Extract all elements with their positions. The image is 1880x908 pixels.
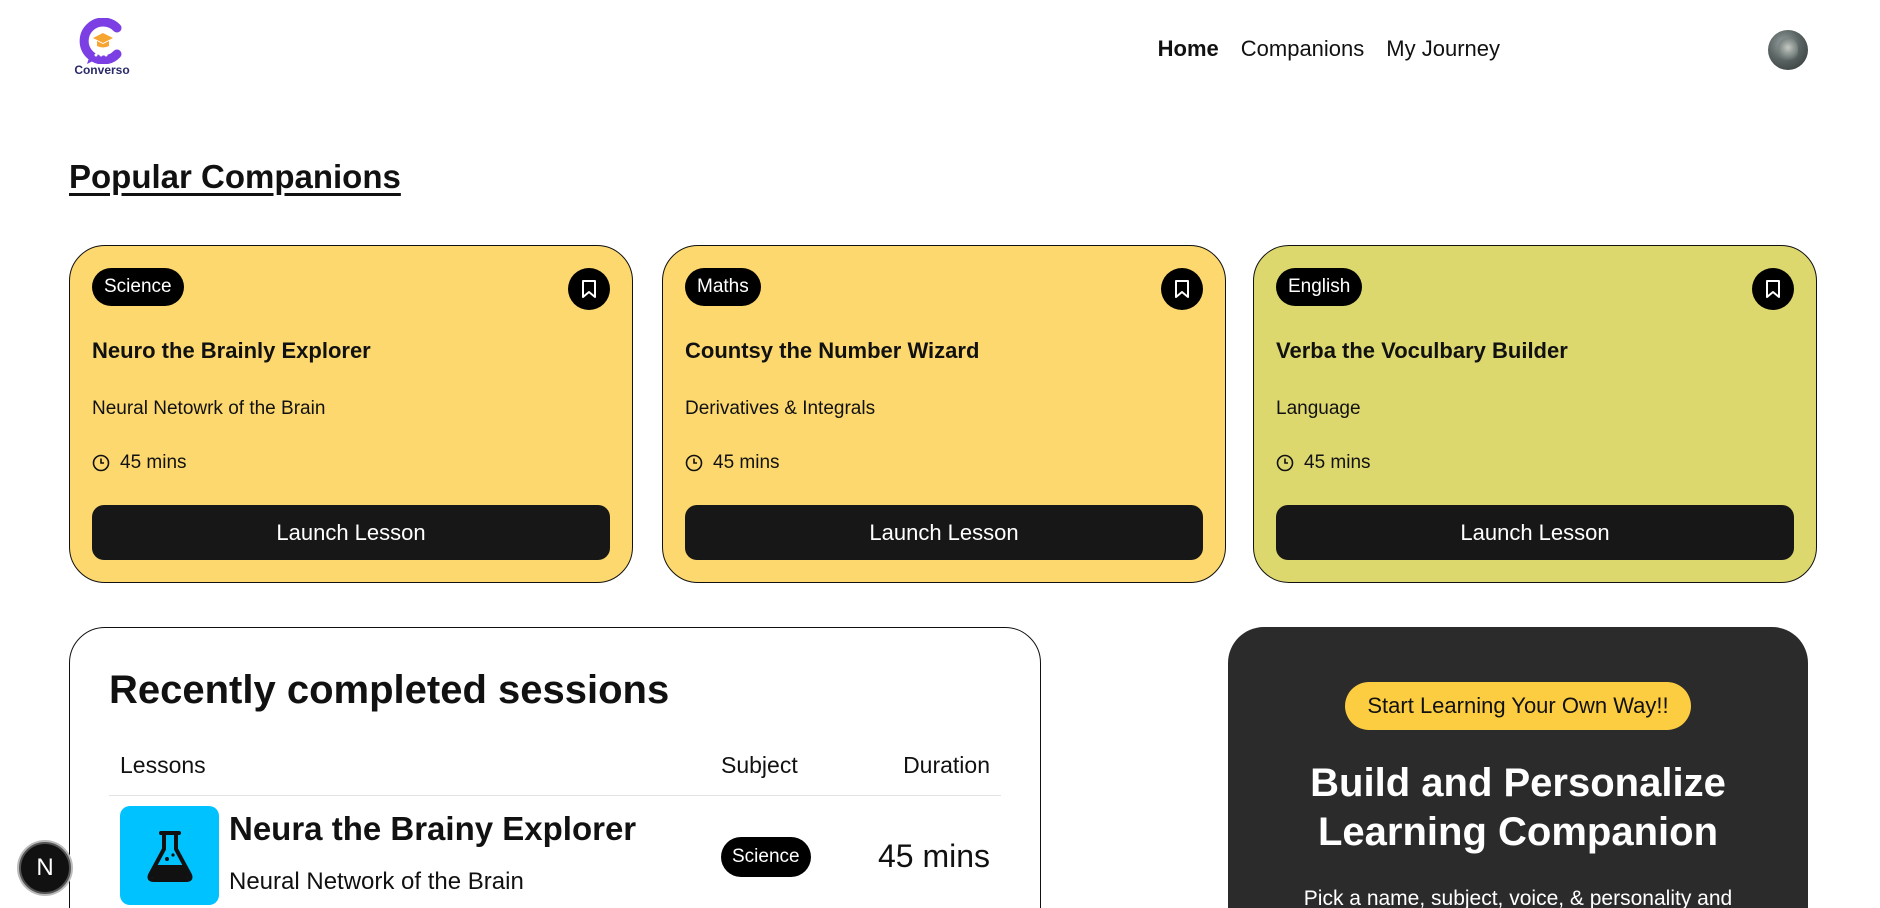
duration-text: 45 mins <box>1304 452 1371 473</box>
companion-name: Countsy the Number Wizard <box>685 338 980 363</box>
launch-lesson-button[interactable]: Launch Lesson <box>1276 505 1794 560</box>
companion-duration: 45 mins <box>92 452 187 474</box>
main-nav: Home Companions My Journey <box>1158 36 1500 62</box>
subject-badge: Maths <box>685 268 761 306</box>
companion-duration: 45 mins <box>685 452 780 474</box>
table-row[interactable]: Neura the Brainy Explorer Neural Network… <box>109 806 1001 908</box>
companion-card-english: English Verba the Voculbary Builder Lang… <box>1253 245 1817 583</box>
duration-text: 45 mins <box>120 452 187 473</box>
cta-description: Pick a name, subject, voice, & personali… <box>1303 887 1733 908</box>
companion-topic: Derivatives & Integrals <box>685 398 876 419</box>
subject-badge: Science <box>721 837 811 877</box>
launch-lesson-button[interactable]: Launch Lesson <box>685 505 1203 560</box>
companion-topic: Language <box>1276 398 1361 419</box>
clock-icon <box>685 454 703 472</box>
column-duration: Duration <box>903 752 990 778</box>
sessions-table-header: Lessons Subject Duration <box>109 752 1001 796</box>
companion-topic: Neural Netowrk of the Brain <box>92 398 326 419</box>
cta-heading-line-2: Learning Companion <box>1318 810 1718 854</box>
lesson-duration: 45 mins <box>877 838 990 874</box>
companion-card-maths: Maths Countsy the Number Wizard Derivati… <box>662 245 1226 583</box>
converso-logo[interactable]: Converso <box>72 18 132 80</box>
recent-sessions-title: Recently completed sessions <box>109 668 670 712</box>
bookmark-button[interactable] <box>1752 268 1794 310</box>
lesson-title: Neura the Brainy Explorer <box>229 810 637 847</box>
bookmark-button[interactable] <box>1161 268 1203 310</box>
companion-name: Verba the Voculbary Builder <box>1276 338 1568 363</box>
bookmark-icon <box>582 280 596 298</box>
nav-companions[interactable]: Companions <box>1241 36 1365 62</box>
cta-badge: Start Learning Your Own Way!! <box>1345 682 1691 730</box>
logo-text: Converso <box>74 63 130 77</box>
flask-icon <box>147 830 192 882</box>
lesson-icon-tile <box>120 806 219 905</box>
column-subject: Subject <box>721 752 798 778</box>
companion-name: Neuro the Brainly Explorer <box>92 338 371 363</box>
launch-lesson-button[interactable]: Launch Lesson <box>92 505 610 560</box>
clock-icon <box>1276 454 1294 472</box>
bookmark-icon <box>1175 280 1189 298</box>
bookmark-button[interactable] <box>568 268 610 310</box>
bookmark-icon <box>1766 280 1780 298</box>
nav-my-journey[interactable]: My Journey <box>1386 36 1500 62</box>
lesson-topic: Neural Network of the Brain <box>229 868 524 895</box>
column-lessons: Lessons <box>120 752 206 778</box>
navbar: Converso Home Companions My Journey <box>0 0 1880 100</box>
cta-heading-line-1: Build and Personalize <box>1310 761 1726 805</box>
clock-icon <box>92 454 110 472</box>
companion-duration: 45 mins <box>1276 452 1371 474</box>
build-companion-cta: Start Learning Your Own Way!! Build and … <box>1228 627 1808 908</box>
nav-home[interactable]: Home <box>1158 36 1219 62</box>
duration-text: 45 mins <box>713 452 780 473</box>
logo-icon <box>79 18 122 64</box>
subject-badge: English <box>1276 268 1363 306</box>
user-avatar[interactable] <box>1768 30 1808 70</box>
recent-sessions-panel: Recently completed sessions Lessons Subj… <box>69 627 1041 908</box>
subject-badge: Science <box>92 268 184 306</box>
cta-heading: Build and Personalize Learning Companion <box>1228 759 1808 857</box>
dev-tools-button[interactable]: N <box>19 842 71 894</box>
popular-companions-title: Popular Companions <box>69 158 401 195</box>
companion-card-science: Science Neuro the Brainly Explorer Neura… <box>69 245 633 583</box>
